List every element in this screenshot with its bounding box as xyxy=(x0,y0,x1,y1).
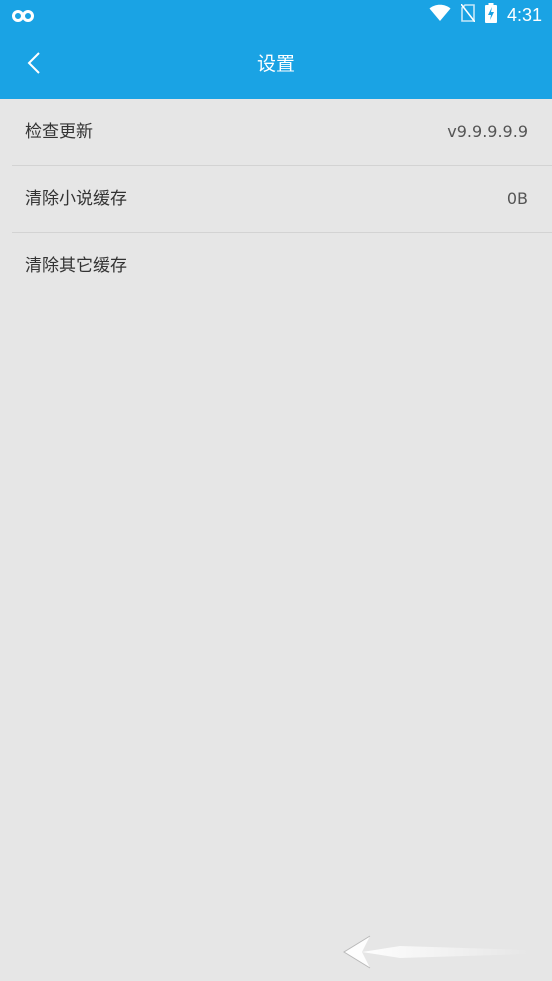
settings-list: 检查更新 v9.9.9.9.9 清除小说缓存 0B 清除其它缓存 xyxy=(0,99,552,299)
app-bar: 设置 xyxy=(0,30,552,99)
page-title: 设置 xyxy=(256,53,295,75)
infinity-link-icon xyxy=(12,8,34,22)
settings-item-check-update[interactable]: 检查更新 v9.9.9.9.9 xyxy=(12,99,552,166)
battery-charging-icon xyxy=(484,3,497,27)
watermark-logo xyxy=(340,932,540,972)
settings-item-clear-novel-cache[interactable]: 清除小说缓存 0B xyxy=(12,166,552,233)
settings-item-label: 清除其它缓存 xyxy=(25,256,127,276)
no-sim-icon xyxy=(460,3,476,26)
status-icons: 4:31 xyxy=(429,3,542,27)
status-bar: 4:31 xyxy=(0,0,552,30)
chevron-left-icon xyxy=(27,51,41,79)
version-value: v9.9.9.9.9 xyxy=(447,122,528,141)
cache-size-value: 0B xyxy=(506,189,528,208)
status-time: 4:31 xyxy=(506,5,542,25)
settings-item-clear-other-cache[interactable]: 清除其它缓存 xyxy=(12,233,552,299)
settings-item-label: 清除小说缓存 xyxy=(25,189,127,209)
settings-item-label: 检查更新 xyxy=(25,122,93,142)
back-button[interactable] xyxy=(14,45,54,85)
wifi-icon xyxy=(429,4,451,26)
